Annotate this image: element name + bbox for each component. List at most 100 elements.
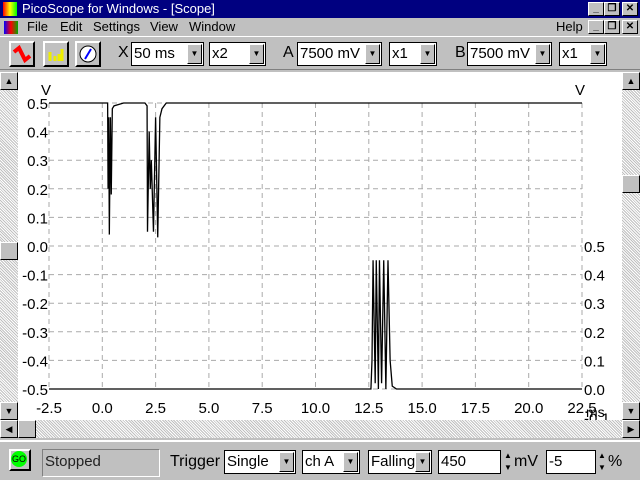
close-button[interactable]: ✕ bbox=[622, 2, 638, 16]
menu-settings[interactable]: Settings bbox=[93, 18, 140, 36]
trigger-mode-select[interactable]: Single ▼ bbox=[224, 450, 296, 474]
trigger-delay-value: -5 bbox=[549, 453, 563, 470]
x-multiplier-select[interactable]: x2 ▼ bbox=[209, 42, 266, 66]
a-label: A bbox=[283, 44, 294, 61]
chevron-down-icon[interactable]: ▼ bbox=[249, 44, 264, 64]
right-y-tick-label: 0.2 bbox=[584, 325, 605, 342]
chevron-down-icon[interactable]: ▼ bbox=[415, 452, 430, 472]
menu-help[interactable]: Help bbox=[556, 18, 583, 36]
left-y-tick-label: -0.2 bbox=[22, 296, 48, 313]
chevron-down-icon[interactable]: ▼ bbox=[420, 44, 435, 64]
right-y-tick-label: 0.4 bbox=[584, 268, 605, 285]
meter-mode-button[interactable] bbox=[75, 41, 101, 67]
channel-a-multiplier-select[interactable]: x1 ▼ bbox=[389, 42, 437, 66]
level-spinner[interactable]: ▲ ▼ bbox=[502, 450, 514, 474]
trigger-label: Trigger bbox=[170, 453, 221, 470]
right-scroll-thumb[interactable] bbox=[622, 175, 640, 193]
left-y-tick-label: 0.3 bbox=[27, 153, 48, 170]
x-mult-value: x2 bbox=[212, 45, 228, 62]
timebase-value: 50 ms bbox=[134, 45, 175, 62]
minimize-button[interactable]: _ bbox=[588, 2, 604, 16]
channel-b-multiplier-select[interactable]: x1 ▼ bbox=[559, 42, 607, 66]
spectrum-bars-icon bbox=[48, 49, 64, 61]
x-tick-label: 10.0 bbox=[301, 400, 330, 417]
scope-plot[interactable]: -2.5 0.0 2.5 5.0 7.5 10.0 12.5 15.0 17.5 20.0 22.5… bbox=[18, 72, 622, 420]
left-y-tick-label: -0.1 bbox=[22, 268, 48, 285]
spin-up-icon[interactable]: ▲ bbox=[502, 450, 514, 462]
menu-view[interactable]: View bbox=[150, 18, 178, 36]
chevron-down-icon[interactable]: ▼ bbox=[590, 44, 605, 64]
x-tick-label: 5.0 bbox=[198, 400, 219, 417]
x-tick-label: 15.0 bbox=[407, 400, 436, 417]
trace-channel-b bbox=[49, 260, 582, 390]
left-vertical-scrollbar[interactable]: ▲ ▼ bbox=[0, 72, 18, 420]
right-y-tick-label: 0.5 bbox=[584, 239, 605, 256]
chevron-down-icon[interactable]: ▼ bbox=[535, 44, 550, 64]
channel-a-range-select[interactable]: 7500 mV ▼ bbox=[297, 42, 382, 66]
horizontal-scroll-thumb[interactable] bbox=[18, 420, 36, 438]
delay-spinner[interactable]: ▲ ▼ bbox=[596, 450, 608, 474]
a-mult-value: x1 bbox=[392, 45, 408, 62]
trigger-level-value: 450 bbox=[441, 453, 467, 470]
trigger-edge-select[interactable]: Falling ▼ bbox=[368, 450, 432, 474]
trigger-delay-input[interactable]: -5 bbox=[546, 450, 596, 474]
go-icon: GO bbox=[11, 451, 27, 467]
app-icon bbox=[3, 2, 17, 16]
left-y-tick-label: 0.1 bbox=[27, 210, 48, 227]
trigger-level-input[interactable]: 450 bbox=[438, 450, 501, 474]
x-tick-label: 12.5 bbox=[354, 400, 383, 417]
channel-b-range-select[interactable]: 7500 mV ▼ bbox=[467, 42, 552, 66]
left-scroll-thumb[interactable] bbox=[0, 242, 18, 260]
x-tick-label: 17.5 bbox=[461, 400, 490, 417]
chevron-down-icon[interactable]: ▼ bbox=[187, 44, 202, 64]
right-y-tick-label: 0.3 bbox=[584, 296, 605, 313]
scroll-down-icon[interactable]: ▼ bbox=[622, 402, 640, 420]
go-button[interactable]: GO bbox=[9, 449, 31, 471]
scope-mode-button[interactable] bbox=[9, 41, 35, 67]
level-unit: mV bbox=[514, 453, 538, 470]
menu-edit[interactable]: Edit bbox=[60, 18, 82, 36]
left-y-tick-label: -0.3 bbox=[22, 325, 48, 342]
x-label: X bbox=[118, 44, 129, 61]
x-tick-label: 2.5 bbox=[145, 400, 166, 417]
chevron-down-icon[interactable]: ▼ bbox=[365, 44, 380, 64]
chevron-down-icon[interactable]: ▼ bbox=[343, 452, 358, 472]
horizontal-scrollbar[interactable]: ◀ ▶ bbox=[0, 420, 640, 438]
scroll-right-icon[interactable]: ▶ bbox=[622, 420, 640, 438]
trigger-bar: GO Stopped Trigger Single ▼ ch A ▼ Falling… bbox=[0, 440, 640, 480]
b-range-value: 7500 mV bbox=[470, 45, 531, 62]
scroll-up-icon[interactable]: ▲ bbox=[0, 72, 18, 90]
right-vertical-scrollbar[interactable]: ▲ ▼ bbox=[622, 72, 640, 420]
menu-file[interactable]: File bbox=[27, 18, 48, 36]
b-mult-value: x1 bbox=[562, 45, 578, 62]
spin-up-icon[interactable]: ▲ bbox=[596, 450, 608, 462]
window-title: PicoScope for Windows - [Scope] bbox=[22, 1, 215, 16]
menu-bar: File Edit Settings View Window Help _ ❐ … bbox=[0, 18, 640, 36]
timebase-select[interactable]: 50 ms ▼ bbox=[131, 42, 204, 66]
left-y-tick-label: 0.4 bbox=[27, 125, 48, 142]
spectrum-mode-button[interactable] bbox=[43, 41, 69, 67]
scroll-down-icon[interactable]: ▼ bbox=[0, 402, 18, 420]
trigger-edge-value: Falling bbox=[371, 453, 416, 470]
status-text: Stopped bbox=[42, 449, 160, 477]
scroll-left-icon[interactable]: ◀ bbox=[0, 420, 18, 438]
doc-minimize-button[interactable]: _ bbox=[588, 20, 604, 34]
b-label: B bbox=[455, 44, 466, 61]
chevron-down-icon[interactable]: ▼ bbox=[279, 452, 294, 472]
left-y-tick-label: 0.2 bbox=[27, 182, 48, 199]
scroll-up-icon[interactable]: ▲ bbox=[622, 72, 640, 90]
right-y-tick-label: 0.1 bbox=[584, 353, 605, 370]
left-y-tick-label: -0.5 bbox=[22, 382, 48, 399]
x-tick-label: 7.5 bbox=[252, 400, 273, 417]
spin-down-icon[interactable]: ▼ bbox=[502, 462, 514, 474]
restore-button[interactable]: ❐ bbox=[604, 2, 620, 16]
right-y-tick-label: -0.1 bbox=[584, 411, 610, 420]
spin-down-icon[interactable]: ▼ bbox=[596, 462, 608, 474]
x-tick-label: 20.0 bbox=[514, 400, 543, 417]
doc-restore-button[interactable]: ❐ bbox=[604, 20, 620, 34]
trigger-channel-select[interactable]: ch A ▼ bbox=[302, 450, 360, 474]
doc-close-button[interactable]: ✕ bbox=[622, 20, 638, 34]
left-y-tick-label: -0.4 bbox=[22, 353, 48, 370]
a-range-value: 7500 mV bbox=[300, 45, 361, 62]
menu-window[interactable]: Window bbox=[189, 18, 235, 36]
